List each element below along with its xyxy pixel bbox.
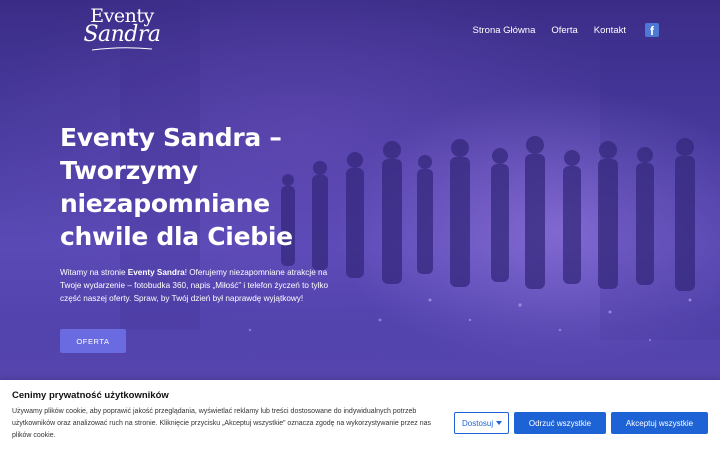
accept-all-button[interactable]: Akceptuj wszystkie xyxy=(611,412,708,434)
intro-brand: Eventy Sandra xyxy=(127,268,185,277)
facebook-icon[interactable]: f xyxy=(645,23,659,38)
customize-label: Dostosuj xyxy=(462,418,494,428)
intro-text-start: Witamy na stronie xyxy=(60,268,128,277)
main-nav: Strona Główna Oferta Kontakt xyxy=(473,25,626,36)
hero-section: Eventy Sandra Strona Główna Oferta Konta… xyxy=(0,0,720,380)
hero-intro: Witamy na stronie Eventy Sandra! Oferuje… xyxy=(60,266,346,305)
nav-contact[interactable]: Kontakt xyxy=(594,25,626,36)
nav-offer[interactable]: Oferta xyxy=(551,25,577,36)
site-logo[interactable]: Eventy Sandra xyxy=(82,7,162,52)
reject-all-button[interactable]: Odrzuć wszystkie xyxy=(514,412,606,434)
nav-home[interactable]: Strona Główna xyxy=(473,25,536,36)
logo-line2: Sandra xyxy=(83,22,161,47)
cookie-banner: Cenimy prywatność użytkowników Używamy p… xyxy=(0,380,720,450)
cookie-text: Używamy plików cookie, aby poprawić jako… xyxy=(12,408,432,439)
chevron-down-icon xyxy=(496,421,503,426)
hero-headline: Eventy Sandra – Tworzymy niezapomniane c… xyxy=(60,123,293,251)
cookie-title: Cenimy prywatność użytkowników xyxy=(12,390,169,401)
customize-button[interactable]: Dostosuj xyxy=(454,412,509,434)
offer-button[interactable]: OFERTA xyxy=(60,329,126,353)
